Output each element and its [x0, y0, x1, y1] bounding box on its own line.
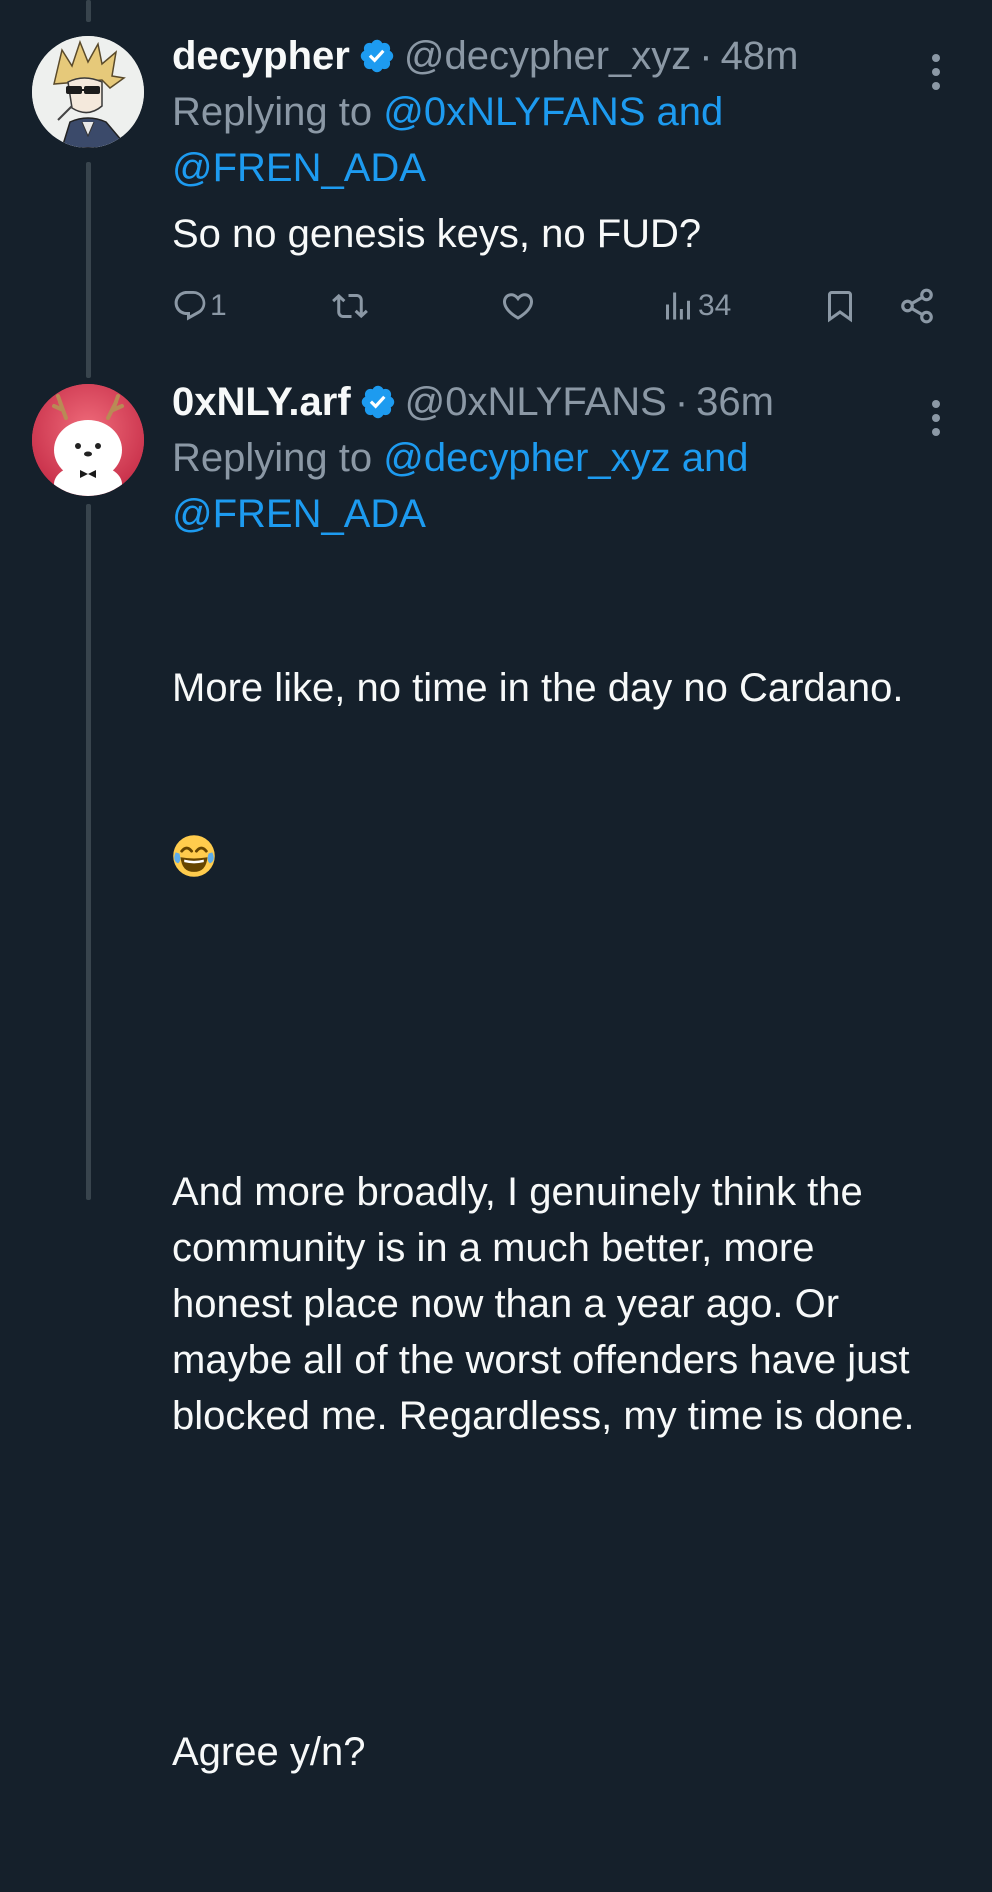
more-icon[interactable]	[916, 44, 956, 100]
tweet-text-paragraph: Agree y/n?	[172, 1730, 366, 1774]
mention-link[interactable]: @FREN_ADA	[172, 492, 426, 536]
tweet-header: 0xNLY.arf @0xNLYFANS · 36m	[172, 374, 952, 430]
tweet-text-paragraph: And more broadly, I genuinely think the …	[172, 1170, 921, 1438]
timestamp[interactable]: 48m	[721, 28, 799, 84]
timestamp[interactable]: 36m	[696, 374, 774, 430]
retweet-button[interactable]	[332, 278, 368, 334]
handle[interactable]: @0xNLYFANS	[405, 374, 667, 430]
avatar-illustration-icon	[32, 36, 144, 148]
tweet-header: decypher @decypher_xyz · 48m	[172, 28, 952, 84]
tweet-text: So no genesis keys, no FUD?	[172, 212, 702, 256]
tweet-text: More like, no time in the day no Cardano…	[172, 548, 952, 1892]
tweet[interactable]: 0xNLY.arf @0xNLYFANS · 36m Replying to @…	[0, 370, 992, 1774]
replying-to: Replying to @0xNLYFANS and @FREN_ADA	[172, 84, 952, 196]
reply-count: 1	[210, 289, 227, 322]
separator-dot: ·	[674, 380, 689, 424]
mention-link[interactable]: @0xNLYFANS	[383, 90, 645, 134]
views-button[interactable]: 34	[660, 278, 731, 334]
share-icon	[901, 288, 933, 324]
retweet-icon	[332, 293, 368, 319]
avatar-illustration-icon	[32, 384, 144, 496]
replying-to-label: Replying to	[172, 90, 373, 134]
more-icon[interactable]	[916, 390, 956, 446]
bookmark-button[interactable]	[822, 278, 858, 334]
separator-dot: ·	[699, 34, 713, 78]
verified-badge-icon	[360, 39, 394, 73]
avatar[interactable]	[32, 36, 144, 148]
emoji-row	[172, 828, 952, 884]
display-name[interactable]: 0xNLY.arf	[172, 374, 351, 430]
like-button[interactable]	[500, 278, 536, 334]
reply-icon	[174, 291, 206, 321]
mention-link[interactable]: @decypher_xyz	[383, 436, 670, 480]
avatar[interactable]	[32, 384, 144, 496]
verified-badge-icon	[361, 385, 394, 419]
replying-to: Replying to @decypher_xyz and @FREN_ADA	[172, 430, 952, 542]
action-bar: 1 34	[172, 278, 952, 334]
replying-to-label: Replying to	[172, 436, 373, 480]
like-icon	[502, 293, 534, 320]
views-icon	[666, 292, 690, 320]
tweet[interactable]: decypher @decypher_xyz · 48m Replying to…	[0, 0, 992, 370]
handle[interactable]: @decypher_xyz	[404, 28, 691, 84]
display-name[interactable]: decypher	[172, 28, 350, 84]
reply-button[interactable]: 1	[172, 278, 227, 334]
bookmark-icon	[828, 291, 852, 323]
face-with-tears-of-joy-icon	[173, 835, 215, 877]
share-button[interactable]	[898, 278, 936, 334]
views-count: 34	[698, 289, 732, 322]
mention-link[interactable]: @FREN_ADA	[172, 146, 426, 190]
tweet-text-line: More like, no time in the day no Cardano…	[172, 666, 904, 710]
and-word[interactable]: and	[682, 436, 749, 480]
and-word[interactable]: and	[657, 90, 724, 134]
